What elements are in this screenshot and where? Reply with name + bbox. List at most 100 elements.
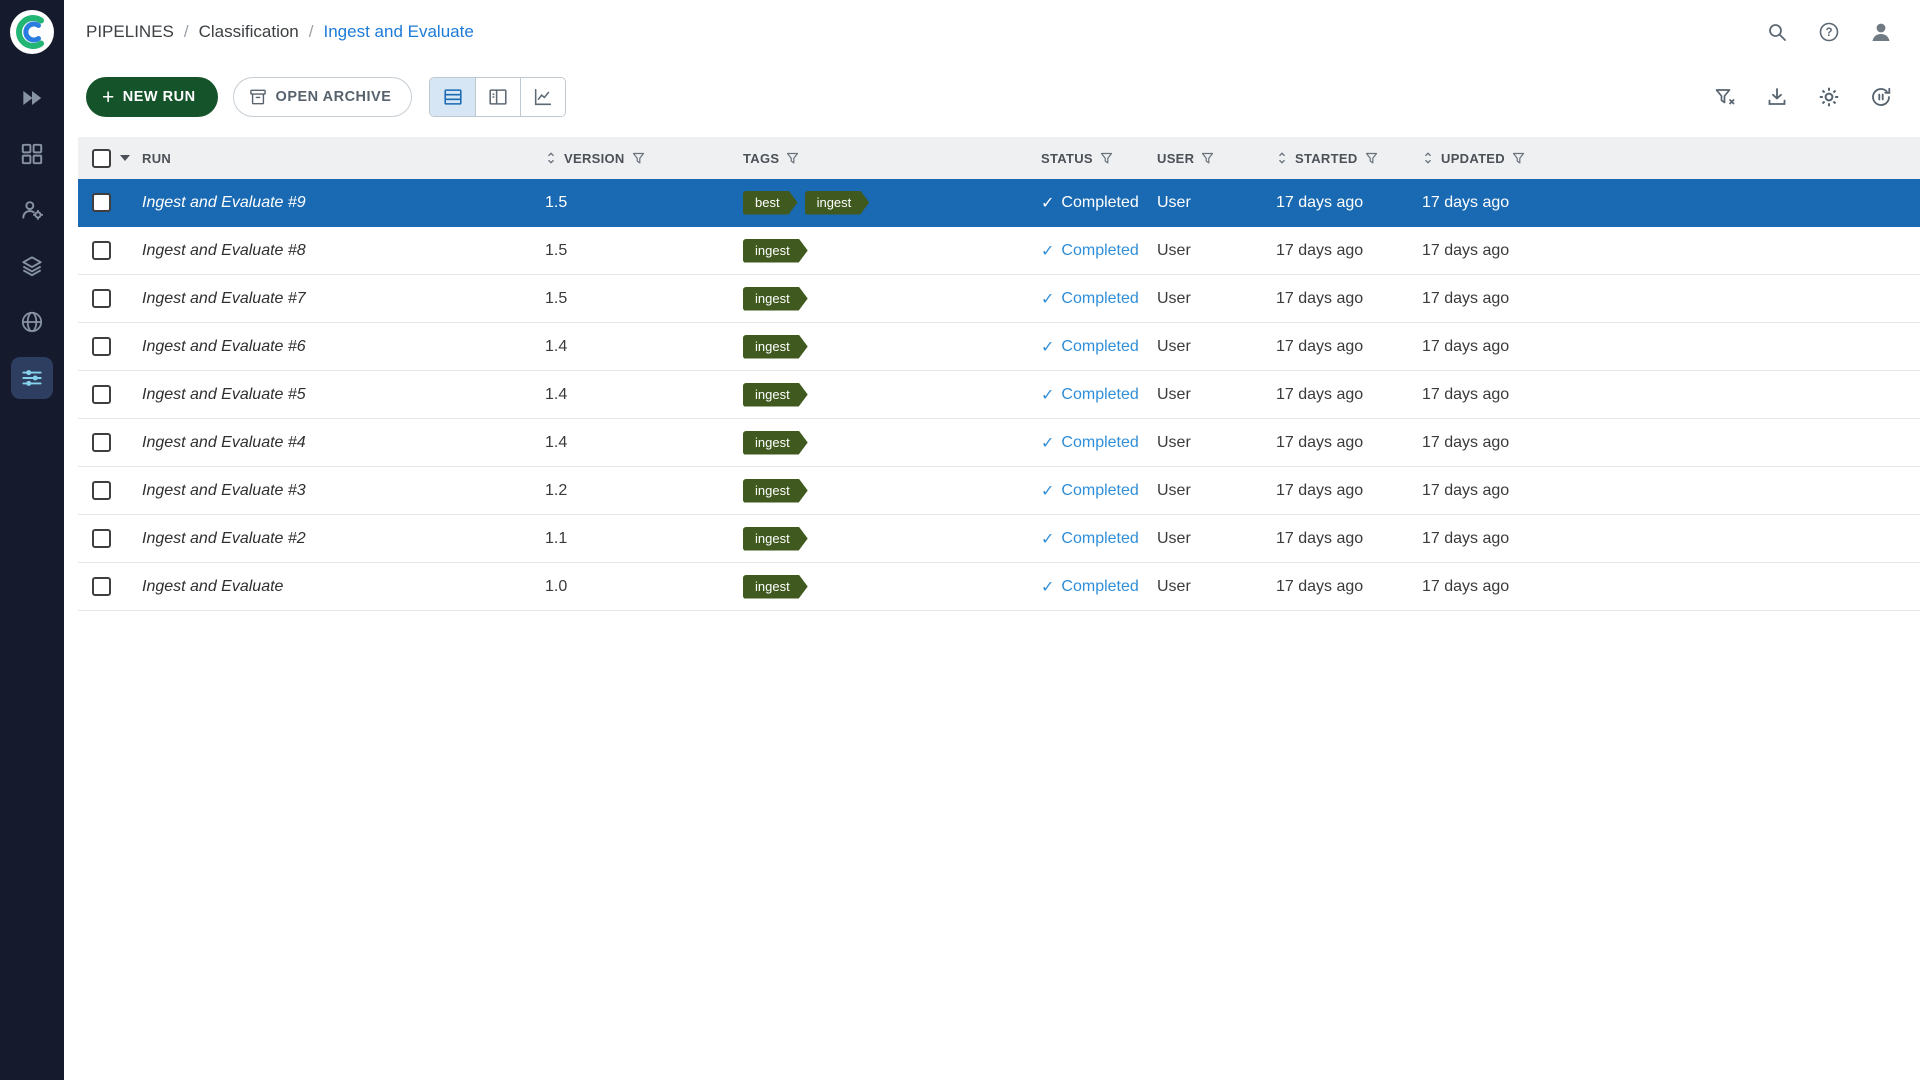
- tags-cell: ingest: [743, 479, 1041, 503]
- column-header[interactable]: VERSION: [545, 151, 743, 166]
- sort-icon[interactable]: [545, 151, 557, 165]
- avatar[interactable]: [1868, 19, 1894, 45]
- table-row[interactable]: Ingest and Evaluate #9 1.5 bestingest Co…: [78, 179, 1920, 227]
- run-status: Completed: [1061, 434, 1138, 452]
- layers-icon: [19, 253, 45, 279]
- row-checkbox[interactable]: [92, 529, 111, 548]
- row-checkbox[interactable]: [92, 433, 111, 452]
- sidebar-item-workers[interactable]: [11, 189, 53, 231]
- started-cell: 17 days ago: [1276, 386, 1422, 404]
- settings-icon[interactable]: [1816, 84, 1842, 110]
- sort-icon[interactable]: [1422, 151, 1434, 165]
- topbar-icons: ?: [1764, 19, 1894, 45]
- breadcrumb: PIPELINES / Classification / Ingest and …: [86, 22, 474, 42]
- chart-view-icon: [532, 86, 554, 108]
- sidebar-item-reports[interactable]: [11, 301, 53, 343]
- download-icon[interactable]: [1764, 84, 1790, 110]
- row-checkbox[interactable]: [92, 241, 111, 260]
- column-header[interactable]: UPDATED: [1422, 151, 1920, 166]
- run-name-link[interactable]: Ingest and Evaluate #2: [142, 530, 306, 548]
- row-checkbox[interactable]: [92, 289, 111, 308]
- help-icon[interactable]: ?: [1816, 19, 1842, 45]
- sidebar-item-pipelines[interactable]: [11, 357, 53, 399]
- table-row[interactable]: Ingest and Evaluate 1.0 ingest Completed…: [78, 563, 1920, 611]
- column-label: VERSION: [564, 151, 625, 166]
- sidebar-item-datasets[interactable]: [11, 133, 53, 175]
- table-row[interactable]: Ingest and Evaluate #8 1.5 ingest Comple…: [78, 227, 1920, 275]
- table-row[interactable]: Ingest and Evaluate #2 1.1 ingest Comple…: [78, 515, 1920, 563]
- table-row[interactable]: Ingest and Evaluate #6 1.4 ingest Comple…: [78, 323, 1920, 371]
- auto-refresh-icon[interactable]: [1868, 84, 1894, 110]
- column-header[interactable]: STATUS: [1041, 151, 1157, 166]
- sidebar-item-models[interactable]: [11, 245, 53, 287]
- filter-icon[interactable]: [786, 152, 799, 165]
- search-icon[interactable]: [1764, 19, 1790, 45]
- column-header[interactable]: TAGS: [743, 151, 1041, 166]
- filter-icon[interactable]: [1365, 152, 1378, 165]
- column-header[interactable]: STARTED: [1276, 151, 1422, 166]
- sidebar-nav: [11, 77, 53, 399]
- filter-icon[interactable]: [1100, 152, 1113, 165]
- row-checkbox[interactable]: [92, 577, 111, 596]
- caret-down-icon[interactable]: [120, 155, 130, 161]
- run-started: 17 days ago: [1276, 434, 1363, 452]
- column-label: USER: [1157, 151, 1194, 166]
- run-user: User: [1157, 194, 1191, 212]
- breadcrumb-current: Ingest and Evaluate: [324, 22, 474, 42]
- table-row[interactable]: Ingest and Evaluate #5 1.4 ingest Comple…: [78, 371, 1920, 419]
- run-user: User: [1157, 386, 1191, 404]
- run-name-link[interactable]: Ingest and Evaluate #5: [142, 386, 306, 404]
- table-row[interactable]: Ingest and Evaluate #7 1.5 ingest Comple…: [78, 275, 1920, 323]
- table-view-button[interactable]: [430, 78, 475, 116]
- breadcrumb-root[interactable]: PIPELINES: [86, 22, 174, 42]
- row-checkbox[interactable]: [92, 337, 111, 356]
- run-started: 17 days ago: [1276, 530, 1363, 548]
- run-name-link[interactable]: Ingest and Evaluate #6: [142, 338, 306, 356]
- breadcrumb-project[interactable]: Classification: [199, 22, 299, 42]
- clearml-logo[interactable]: [9, 9, 55, 55]
- user-cell: User: [1157, 434, 1276, 452]
- run-name-link[interactable]: Ingest and Evaluate #9: [142, 194, 306, 212]
- version-cell: 1.2: [545, 482, 743, 500]
- select-all-checkbox[interactable]: [92, 149, 111, 168]
- version-cell: 1.5: [545, 290, 743, 308]
- chart-view-button[interactable]: [520, 78, 565, 116]
- run-name-link[interactable]: Ingest and Evaluate: [142, 578, 283, 596]
- status-cell: Completed: [1041, 577, 1157, 597]
- updated-cell: 17 days ago: [1422, 578, 1920, 596]
- started-cell: 17 days ago: [1276, 578, 1422, 596]
- open-archive-button[interactable]: OPEN ARCHIVE: [233, 77, 413, 117]
- run-name-link[interactable]: Ingest and Evaluate #8: [142, 242, 306, 260]
- run-status: Completed: [1061, 578, 1138, 596]
- run-name-link[interactable]: Ingest and Evaluate #7: [142, 290, 306, 308]
- column-header[interactable]: RUN: [132, 151, 545, 166]
- sort-icon[interactable]: [1276, 151, 1288, 165]
- filter-icon[interactable]: [1512, 152, 1525, 165]
- run-updated: 17 days ago: [1422, 194, 1509, 212]
- sidebar-item-projects[interactable]: [11, 77, 53, 119]
- run-updated: 17 days ago: [1422, 578, 1509, 596]
- check-icon: [1041, 337, 1054, 357]
- tags-cell: ingest: [743, 287, 1041, 311]
- row-checkbox[interactable]: [92, 385, 111, 404]
- run-name-link[interactable]: Ingest and Evaluate #4: [142, 434, 306, 452]
- svg-text:?: ?: [1825, 27, 1832, 39]
- clear-filters-icon[interactable]: [1712, 84, 1738, 110]
- started-cell: 17 days ago: [1276, 242, 1422, 260]
- started-cell: 17 days ago: [1276, 290, 1422, 308]
- new-run-button[interactable]: NEW RUN: [86, 77, 218, 117]
- column-label: STARTED: [1295, 151, 1358, 166]
- status-cell: Completed: [1041, 385, 1157, 405]
- row-checkbox[interactable]: [92, 481, 111, 500]
- breadcrumb-separator: /: [184, 22, 189, 42]
- row-checkbox[interactable]: [92, 193, 111, 212]
- filter-icon[interactable]: [1201, 152, 1214, 165]
- filter-icon[interactable]: [632, 152, 645, 165]
- run-started: 17 days ago: [1276, 338, 1363, 356]
- table-row[interactable]: Ingest and Evaluate #3 1.2 ingest Comple…: [78, 467, 1920, 515]
- split-view-button[interactable]: [475, 78, 520, 116]
- table-row[interactable]: Ingest and Evaluate #4 1.4 ingest Comple…: [78, 419, 1920, 467]
- column-header[interactable]: USER: [1157, 151, 1276, 166]
- check-icon: [1041, 385, 1054, 405]
- run-name-link[interactable]: Ingest and Evaluate #3: [142, 482, 306, 500]
